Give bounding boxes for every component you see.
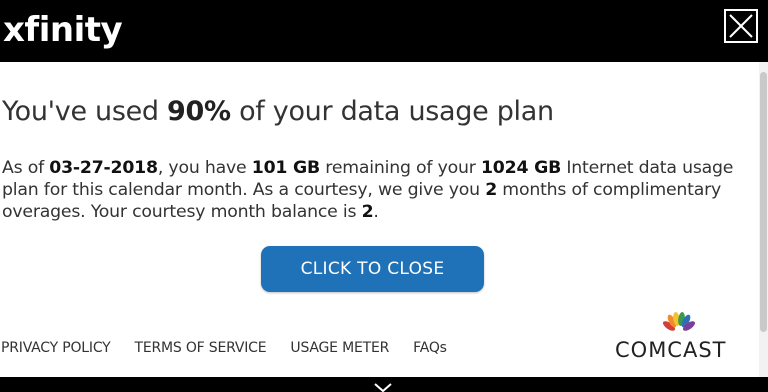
courtesy-balance: 2: [361, 202, 374, 222]
faqs-link[interactable]: FAQs: [413, 340, 447, 356]
chevron-down-icon[interactable]: [373, 383, 393, 392]
terms-of-service-link[interactable]: TERMS OF SERVICE: [135, 340, 267, 356]
usage-meter-link[interactable]: USAGE METER: [290, 340, 389, 356]
remaining-data: 101 GB: [251, 158, 321, 178]
footer-links: PRIVACY POLICY TERMS OF SERVICE USAGE ME…: [1, 340, 447, 356]
usage-message: As of 03-27-2018, you have 101 GB remain…: [2, 158, 734, 222]
usage-percent: 90%: [167, 96, 231, 127]
usage-headline: You've used 90% of your data usage plan: [2, 96, 554, 127]
vertical-scrollbar[interactable]: [759, 62, 768, 377]
courtesy-months: 2: [485, 180, 498, 200]
privacy-policy-link[interactable]: PRIVACY POLICY: [1, 340, 111, 356]
xfinity-logo: xfinity: [3, 10, 123, 50]
click-to-close-button[interactable]: CLICK TO CLOSE: [261, 246, 484, 292]
as-of-date: 03-27-2018: [49, 158, 158, 178]
comcast-logo: COMCAST: [612, 312, 742, 362]
scrollbar-thumb[interactable]: [760, 72, 767, 332]
bottom-bar: [0, 377, 768, 392]
close-x-glyph: [729, 14, 753, 38]
plan-size: 1024 GB: [480, 158, 562, 178]
comcast-wordmark: COMCAST: [615, 338, 727, 362]
close-icon[interactable]: [724, 9, 758, 43]
peacock-logo-icon: [662, 312, 696, 331]
header-bar: xfinity: [0, 0, 768, 62]
